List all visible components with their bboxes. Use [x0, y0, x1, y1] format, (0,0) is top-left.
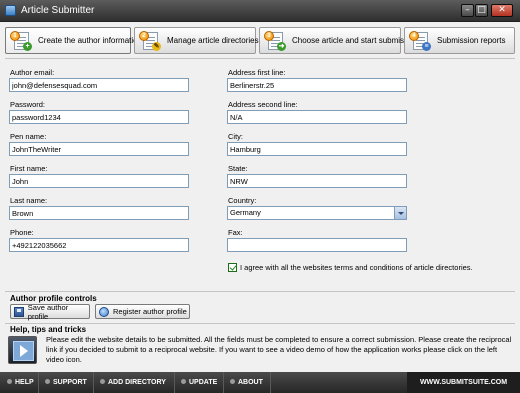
bottom-nav-about[interactable]: ABOUT [223, 372, 263, 393]
step-tab-create-author[interactable]: 1 + Create the author information [5, 27, 142, 54]
country-select[interactable]: Germany [227, 206, 407, 220]
fax-label: Fax: [228, 228, 243, 237]
bottom-nav-support[interactable]: SUPPORT [38, 372, 87, 393]
city-label: City: [228, 132, 243, 141]
maximize-button[interactable]: □ [475, 4, 488, 17]
address1-field[interactable] [227, 78, 407, 92]
step-tab-submission-reports[interactable]: 4 ≡ Submission reports [404, 27, 515, 54]
create-profile-icon: 1 + [10, 30, 32, 51]
divider [5, 323, 515, 324]
step-tab-label: Manage article directories list [167, 36, 271, 45]
password-field[interactable] [9, 110, 189, 124]
pen-name-label: Pen name: [10, 132, 47, 141]
title-bar: Article Submitter – □ ✕ [0, 0, 520, 22]
directories-list-icon: 2 ✎ [139, 30, 161, 51]
help-title: Help, tips and tricks [10, 325, 87, 334]
author-email-field[interactable] [9, 78, 189, 92]
start-submission-icon: 3 ➜ [264, 30, 286, 51]
phone-label: Phone: [10, 228, 34, 237]
reports-icon: 4 ≡ [409, 30, 431, 51]
fax-field[interactable] [227, 238, 407, 252]
save-author-profile-button[interactable]: Save author profile [10, 302, 90, 321]
bottom-nav-help[interactable]: HELP [0, 372, 34, 393]
phone-field[interactable] [9, 238, 189, 252]
step-tab-manage-directories[interactable]: 2 ✎ Manage article directories list [134, 27, 271, 54]
save-author-profile-label: Save author profile [27, 302, 69, 321]
divider [5, 291, 515, 292]
chevron-down-icon[interactable] [394, 207, 406, 219]
city-field[interactable] [227, 142, 407, 156]
bottom-nav-add-directory[interactable]: ADD DIRECTORY [93, 372, 166, 393]
step-tab-label: Submission reports [437, 36, 506, 45]
country-label: Country: [228, 196, 257, 205]
register-author-profile-label: Register author profile [113, 307, 187, 316]
website-link[interactable]: WWW.SUBMITSUITE.COM [407, 372, 520, 393]
pen-name-field[interactable] [9, 142, 189, 156]
window-title: Article Submitter [21, 5, 95, 16]
register-author-profile-button[interactable]: Register author profile [95, 304, 190, 319]
country-selected-value: Germany [230, 208, 261, 217]
address2-label: Address second line: [228, 100, 298, 109]
address2-field[interactable] [227, 110, 407, 124]
minimize-button[interactable]: – [461, 4, 474, 17]
address1-label: Address first line: [228, 68, 286, 77]
divider [270, 372, 271, 393]
video-demo-icon[interactable] [8, 336, 37, 364]
step-tab-label: Create the author information [38, 36, 143, 45]
step-tab-label: Choose article and start submission [292, 36, 419, 45]
first-name-field[interactable] [9, 174, 189, 188]
save-icon [14, 306, 24, 317]
author-email-label: Author email: [10, 68, 55, 77]
register-icon [99, 306, 109, 317]
state-field[interactable] [227, 174, 407, 188]
first-name-label: First name: [10, 164, 48, 173]
last-name-label: Last name: [10, 196, 48, 205]
help-text: Please edit the website details to be su… [46, 335, 512, 364]
bottom-nav-update[interactable]: UPDATE [174, 372, 217, 393]
password-label: Password: [10, 100, 46, 109]
app-window: Article Submitter – □ ✕ 1 + Create the a… [0, 0, 520, 393]
last-name-field[interactable] [9, 206, 189, 220]
step-tab-start-submission[interactable]: 3 ➜ Choose article and start submission [259, 27, 419, 54]
app-icon [5, 5, 16, 16]
agree-label: I agree with all the websites terms and … [240, 263, 473, 272]
close-button[interactable]: ✕ [491, 4, 513, 17]
agree-checkbox[interactable] [228, 263, 237, 272]
divider [5, 58, 515, 59]
state-label: State: [228, 164, 248, 173]
